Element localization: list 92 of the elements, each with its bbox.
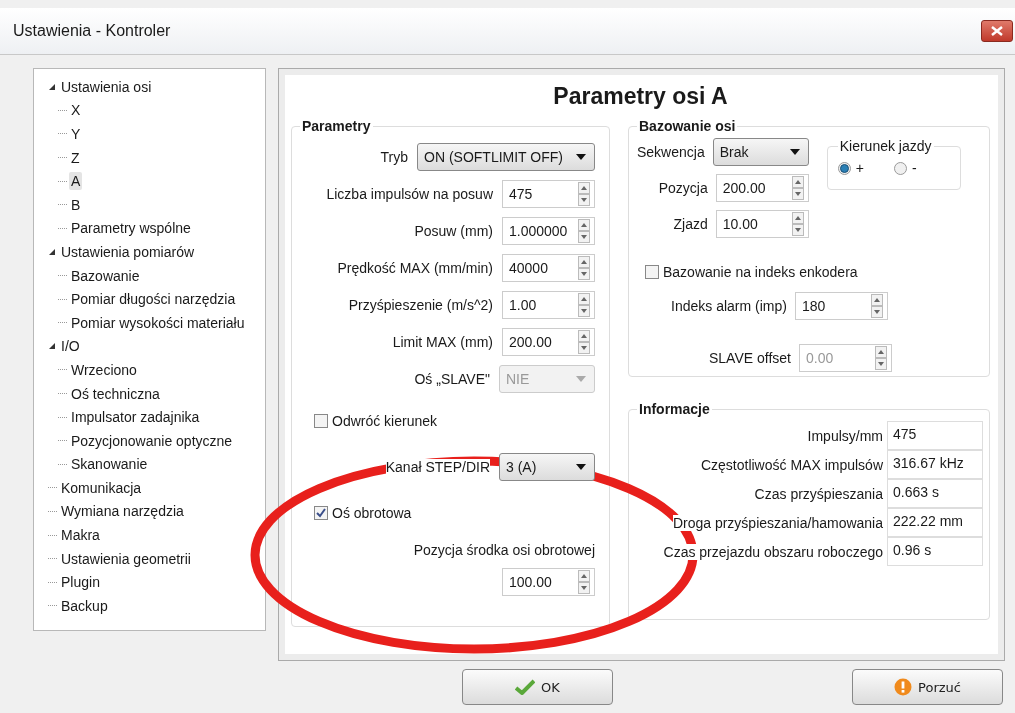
tree-item[interactable]: Pozycjonowanie optyczne — [69, 431, 235, 450]
info-value: 222.22 mm — [887, 508, 983, 537]
info-value: 0.663 s — [887, 479, 983, 508]
ok-button[interactable]: OK — [462, 669, 613, 705]
field-label: Posuw (mm) — [414, 222, 493, 239]
spinner-arrows-icon[interactable] — [578, 218, 590, 243]
field-label: Sekwencja — [637, 144, 705, 160]
checkbox[interactable] — [314, 414, 328, 428]
checkbox[interactable] — [314, 506, 328, 520]
group-title: Informacje — [638, 401, 711, 417]
expand-triangle-icon[interactable] — [48, 82, 56, 91]
field-label: Kanał STEP/DIR — [385, 459, 490, 475]
caret-icon — [576, 153, 586, 160]
spinner-arrows-icon[interactable] — [578, 329, 590, 354]
tree-item[interactable]: Wymiana narzędzia — [59, 502, 186, 521]
spinner-arrows-icon[interactable] — [870, 294, 883, 318]
field-label: Pozycja — [658, 180, 708, 196]
field-label: Pozycja środka osi obrotowej — [413, 542, 595, 558]
tree-item[interactable]: A — [69, 172, 83, 191]
spinner-arrows-icon[interactable] — [791, 176, 804, 200]
checkbox-label[interactable]: Odwróć kierunek — [332, 413, 438, 429]
spinner-arrows-icon[interactable] — [578, 181, 590, 206]
expand-triangle-icon[interactable] — [48, 247, 56, 256]
caret-icon — [576, 375, 586, 382]
info-value: 316.67 kHz — [887, 450, 983, 479]
spin-field[interactable]: 475 — [502, 179, 595, 208]
spin-field[interactable]: 200.00 — [715, 174, 809, 202]
tree-item[interactable]: Pomiar długości narzędzia — [69, 290, 238, 309]
window-title: Ustawienia - Kontroler — [13, 22, 171, 40]
field-label: Limit MAX (mm) — [392, 333, 493, 350]
info-label: Częstotliwość MAX impulsów — [700, 456, 887, 473]
tree-item[interactable]: X — [69, 101, 83, 120]
group-title: Kierunek jazdy — [838, 138, 933, 154]
spinner-arrows-icon[interactable] — [578, 569, 590, 594]
spin-field[interactable]: 10.00 — [715, 210, 809, 238]
tree-item[interactable]: Ustawienia osi — [59, 77, 154, 96]
tree-item[interactable]: Impulsator zadajnika — [69, 408, 202, 427]
spinner-arrows-icon[interactable] — [578, 292, 590, 317]
page-heading: Parametry osi A — [552, 83, 729, 110]
group-title: Bazowanie osi — [638, 118, 737, 134]
spin-field[interactable]: 200.00 — [502, 327, 595, 356]
dropdown[interactable]: Brak — [712, 138, 809, 166]
tree-item[interactable]: Backup — [59, 596, 110, 615]
tree-item[interactable]: Makra — [59, 526, 102, 545]
field-label: Prędkość MAX (mm/min) — [337, 259, 493, 276]
tree-item[interactable]: Pomiar wysokości materiału — [69, 313, 247, 332]
tree-item[interactable]: Z — [69, 148, 82, 167]
checkmark-icon — [515, 679, 536, 695]
field-label: Indeks alarm (imp) — [671, 298, 787, 314]
spinner-arrows-icon[interactable] — [791, 212, 804, 236]
dropdown[interactable]: 3 (A) — [499, 453, 595, 481]
tree-item[interactable]: Wrzeciono — [69, 360, 139, 379]
spin-field[interactable]: 40000 — [502, 253, 595, 282]
checkbox-label[interactable]: Oś obrotowa — [332, 505, 412, 521]
field-label: Przyśpieszenie (m/s^2) — [348, 296, 493, 313]
dropdown[interactable]: ON (SOFTLIMIT OFF) — [417, 142, 595, 171]
group-title: Parametry — [301, 118, 372, 134]
tree-item[interactable]: Plugin — [59, 573, 102, 592]
info-label: Droga przyśpieszania/hamowania — [672, 514, 887, 531]
field-label: Oś „SLAVE" — [414, 370, 490, 387]
tree-item[interactable]: B — [69, 195, 83, 214]
spin-field[interactable]: 180 — [794, 292, 888, 320]
close-icon — [991, 26, 1003, 36]
tree-item[interactable]: Y — [69, 125, 83, 143]
tree-item[interactable]: Bazowanie — [69, 266, 142, 285]
spinner-arrows-icon[interactable] — [578, 255, 590, 280]
checkbox-label[interactable]: Bazowanie na indeks enkodera — [663, 264, 858, 280]
info-value: 0.96 s — [887, 537, 983, 566]
caret-icon — [576, 464, 586, 470]
tree-item[interactable]: Komunikacja — [59, 478, 144, 497]
info-label: Czas przyśpieszania — [754, 485, 887, 502]
cancel-button[interactable]: Porzuć — [852, 669, 1003, 705]
field-label: SLAVE offset — [709, 350, 791, 366]
spin-field[interactable]: 100.00 — [502, 567, 595, 596]
tree-item[interactable]: Oś techniczna — [69, 384, 162, 403]
caret-icon — [789, 149, 800, 155]
expand-triangle-icon[interactable] — [48, 342, 56, 351]
tree-item[interactable]: Skanowanie — [69, 455, 150, 474]
spin-field[interactable]: 1.00 — [502, 290, 595, 319]
tree-item[interactable]: Ustawienia geometrii — [59, 549, 193, 568]
tree-item[interactable]: I/O — [59, 337, 82, 356]
checkbox[interactable] — [645, 265, 659, 279]
close-button[interactable] — [981, 20, 1013, 42]
field-label: Zjazd — [673, 216, 708, 232]
field-label: Tryb — [380, 148, 408, 165]
field-label: Liczba impulsów na posuw — [326, 185, 493, 202]
tree-item[interactable]: Parametry wspólne — [69, 219, 193, 238]
info-value: 475 — [887, 421, 983, 450]
tree-item[interactable]: Ustawienia pomiarów — [59, 242, 197, 261]
warning-icon — [894, 678, 913, 696]
radio-button[interactable]: + — [837, 160, 864, 176]
spin-field[interactable]: 1.000000 — [502, 216, 595, 245]
